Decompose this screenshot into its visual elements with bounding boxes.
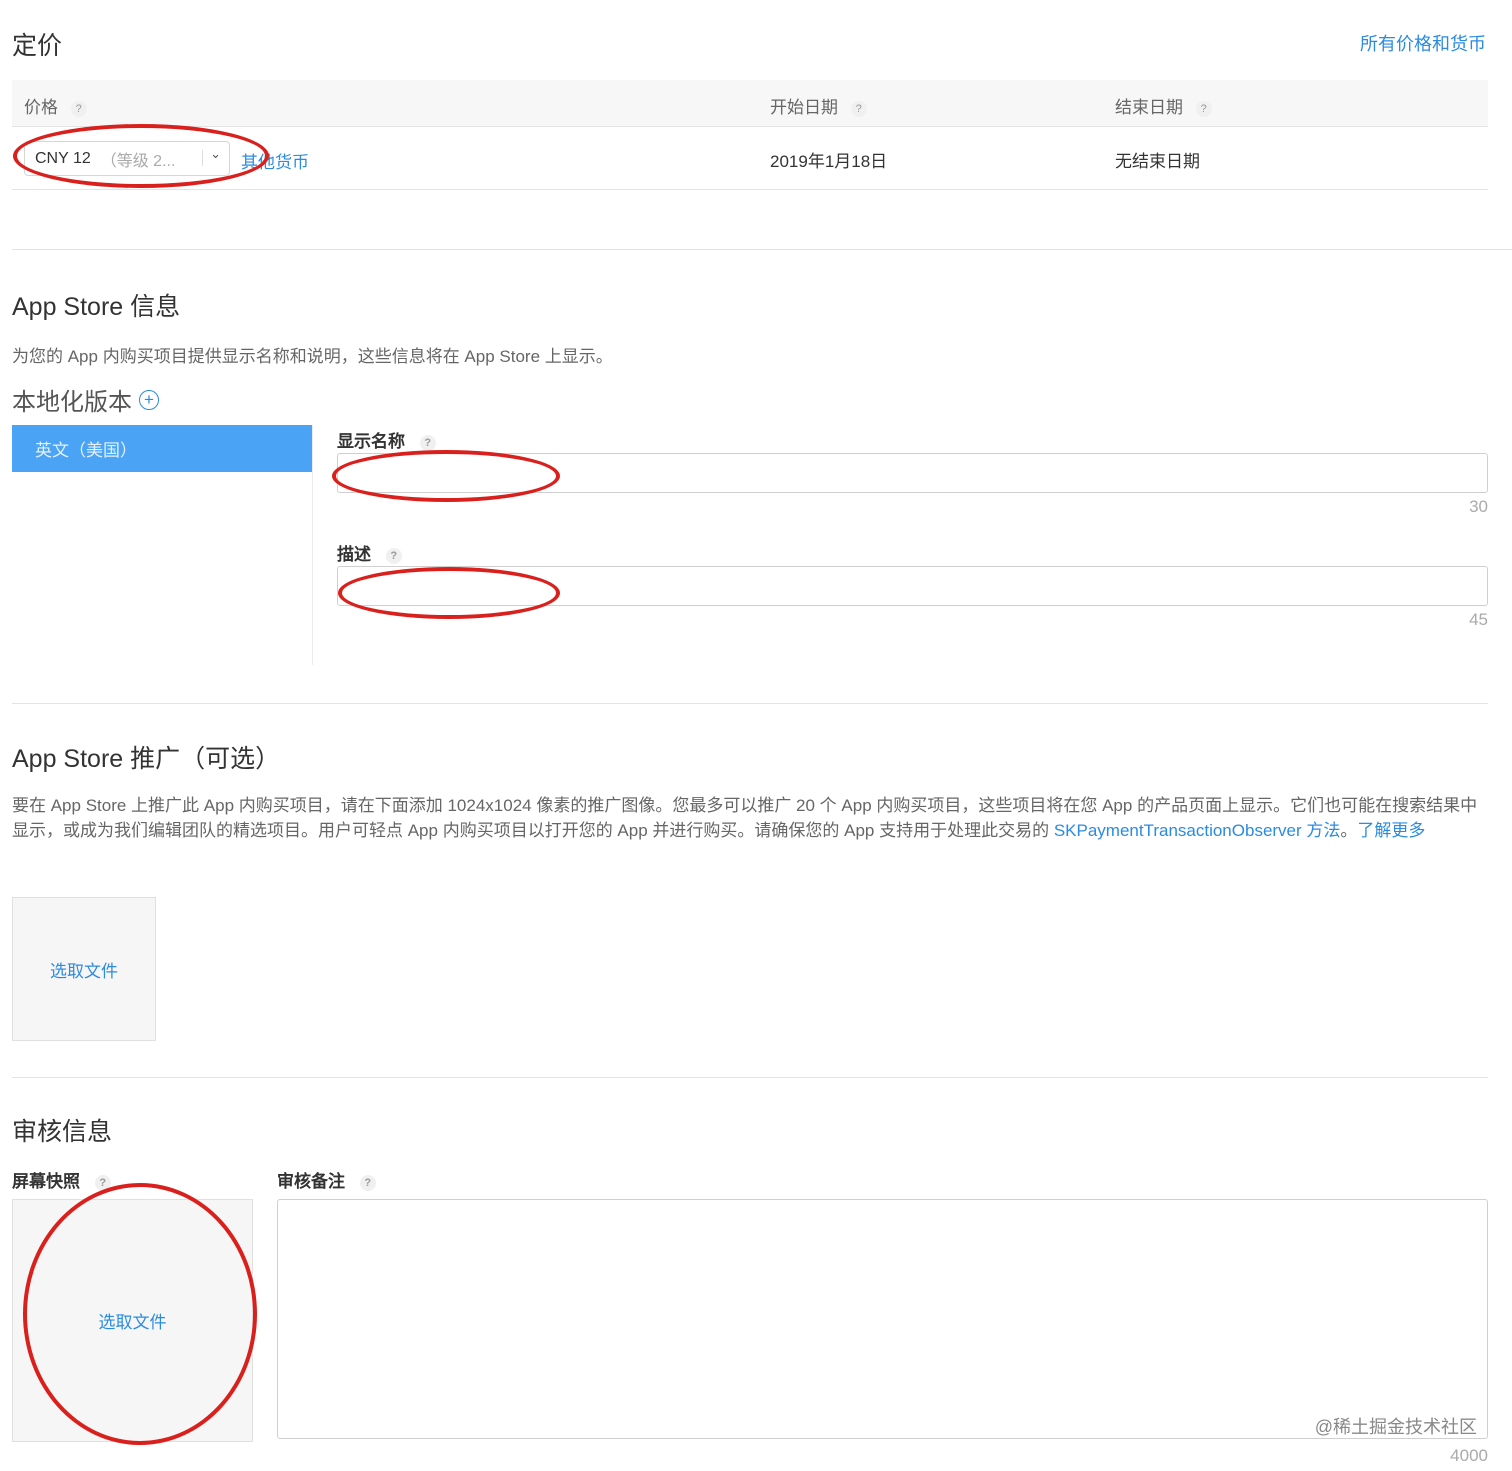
annotation-ellipse-price	[13, 124, 269, 188]
start-date-help-icon[interactable]: ?	[850, 100, 867, 117]
column-header-price: 价格 ?	[24, 93, 87, 118]
annotation-ellipse-screenshot	[23, 1183, 257, 1445]
promotion-description: 要在 App Store 上推广此 App 内购买项目，请在下面添加 1024x…	[12, 796, 1478, 840]
price-help-icon[interactable]: ?	[70, 100, 87, 117]
all-prices-link[interactable]: 所有价格和货币	[1360, 30, 1486, 56]
observer-method-link[interactable]: SKPaymentTransactionObserver 方法	[1054, 821, 1341, 840]
section-divider	[12, 1077, 1488, 1078]
store-info-description: 为您的 App 内购买项目提供显示名称和说明，这些信息将在 App Store …	[12, 347, 613, 366]
review-notes-char-limit: 4000	[1450, 1446, 1488, 1465]
start-date-value: 2019年1月18日	[770, 152, 888, 171]
display-name-label: 显示名称 ?	[337, 427, 436, 452]
annotation-ellipse-description	[338, 567, 560, 619]
review-notes-field[interactable]	[277, 1199, 1488, 1439]
promo-image-upload[interactable]: 选取文件	[12, 897, 156, 1041]
localization-heading: 本地化版本 +	[12, 382, 159, 417]
pricing-title: 定价	[12, 32, 63, 60]
column-header-end-date: 结束日期 ?	[1115, 93, 1212, 118]
column-header-start-date: 开始日期 ?	[770, 93, 867, 118]
annotation-ellipse-display-name	[332, 450, 560, 502]
section-divider	[12, 249, 1512, 250]
end-date-help-icon[interactable]: ?	[1195, 100, 1212, 117]
pricing-table-header: 价格 ? 开始日期 ? 结束日期 ?	[12, 80, 1488, 127]
display-name-help-icon[interactable]: ?	[419, 434, 436, 451]
add-localization-icon[interactable]: +	[139, 389, 159, 410]
locale-item-label: 英文（美国）	[35, 441, 137, 460]
promo-choose-file-label: 选取文件	[50, 961, 118, 981]
review-title: 审核信息	[12, 1118, 113, 1146]
localization-title: 本地化版本	[12, 389, 132, 416]
watermark: @稀土掘金技术社区	[1314, 1417, 1477, 1437]
description-label: 描述 ?	[337, 540, 402, 565]
display-name-char-limit: 30	[1469, 497, 1488, 516]
locale-list-divider	[312, 425, 313, 665]
learn-more-link[interactable]: 了解更多	[1357, 821, 1425, 840]
section-divider	[12, 703, 1488, 704]
review-notes-help-icon[interactable]: ?	[359, 1174, 376, 1191]
review-notes-label: 审核备注 ?	[277, 1167, 376, 1192]
promotion-title: App Store 推广（可选）	[12, 745, 281, 773]
locale-item-en-us[interactable]: 英文（美国）	[12, 425, 312, 472]
screenshot-label: 屏幕快照 ?	[12, 1167, 111, 1192]
description-char-limit: 45	[1469, 610, 1488, 629]
store-info-title: App Store 信息	[12, 293, 181, 321]
end-date-value: 无结束日期	[1115, 152, 1200, 171]
description-help-icon[interactable]: ?	[385, 547, 402, 564]
